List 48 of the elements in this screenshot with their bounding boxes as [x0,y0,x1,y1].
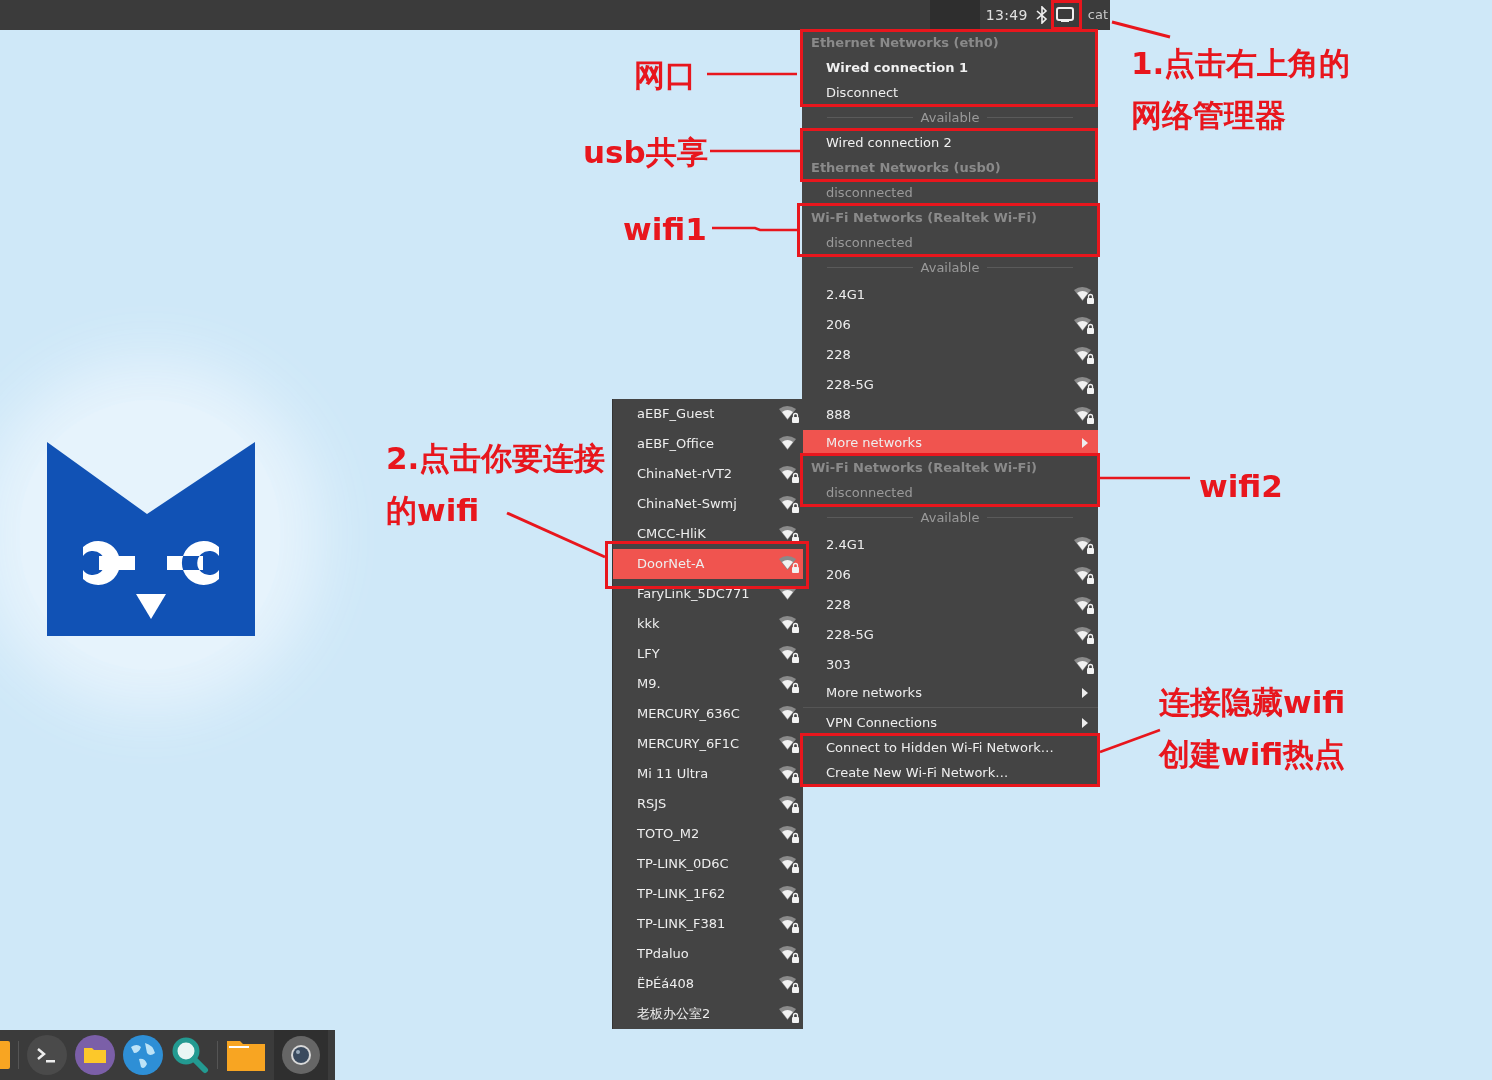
terminal-icon[interactable] [27,1035,67,1075]
annotation-label: wifi2 [1199,467,1283,505]
network-item[interactable]: 228-5G [802,620,1098,650]
globe-icon[interactable] [123,1035,163,1075]
section-label: Available [920,108,980,127]
network-item[interactable]: 303 [802,650,1098,680]
network-item[interactable]: 228 [802,340,1098,370]
connection-status: disconnected [825,183,914,202]
annotation-label: 的wifi [386,491,480,529]
annotation-label: 网络管理器 [1131,96,1286,134]
bluetooth-icon[interactable] [1035,6,1048,24]
network-item[interactable]: 2.4G1 [802,530,1098,560]
connection-item[interactable]: Wired connection 1 [802,55,1098,80]
menu-section-header: Ethernet Networks (eth0) [810,33,1000,52]
menu-item[interactable]: Disconnect [802,80,1098,105]
annotation-label: wifi1 [623,210,707,248]
connection-item[interactable]: Wired connection 2 [802,130,1098,155]
annotation-label: 网口 [634,56,696,94]
annotation-label: 创建wifi热点 [1159,735,1346,773]
network-item[interactable]: 206 [802,560,1098,590]
menu-section-header: Ethernet Networks (usb0) [810,158,1002,177]
menu-section-header: Wi-Fi Networks (Realtek Wi-Fi) [810,208,1038,227]
annotation-label: 2.点击你要连接 [386,439,606,477]
network-item[interactable]: 228 [802,590,1098,620]
network-item[interactable]: 228-5G [802,370,1098,400]
annotation-label: 连接隐藏wifi [1159,683,1346,721]
menu-section-header: Wi-Fi Networks (Realtek Wi-Fi) [810,458,1038,477]
network-item[interactable]: 2.4G1 [802,280,1098,310]
clock: 13:49 [985,5,1028,25]
connection-status: disconnected [825,483,914,502]
submenu-arrow-icon [1082,717,1088,728]
user-name: cat [1087,6,1108,25]
camera-icon[interactable] [274,1030,328,1080]
network-item[interactable]: 206 [802,310,1098,340]
section-label: Available [920,258,980,277]
annotation-label: 1.点击右上角的 [1131,44,1351,82]
submenu-arrow-icon [1082,437,1088,448]
panel-applet[interactable] [929,0,980,30]
submenu-arrow-icon [1082,687,1088,698]
folder-icon[interactable] [226,1038,266,1072]
leader-line [1111,20,1171,39]
section-label: Available [920,508,980,527]
annotation-label: usb共享 [583,133,708,171]
network-item[interactable]: 888 [802,400,1098,430]
network-icon[interactable] [1055,7,1074,23]
search-icon[interactable] [171,1036,209,1074]
file-manager-icon[interactable] [75,1035,115,1075]
connection-status: disconnected [825,233,914,252]
